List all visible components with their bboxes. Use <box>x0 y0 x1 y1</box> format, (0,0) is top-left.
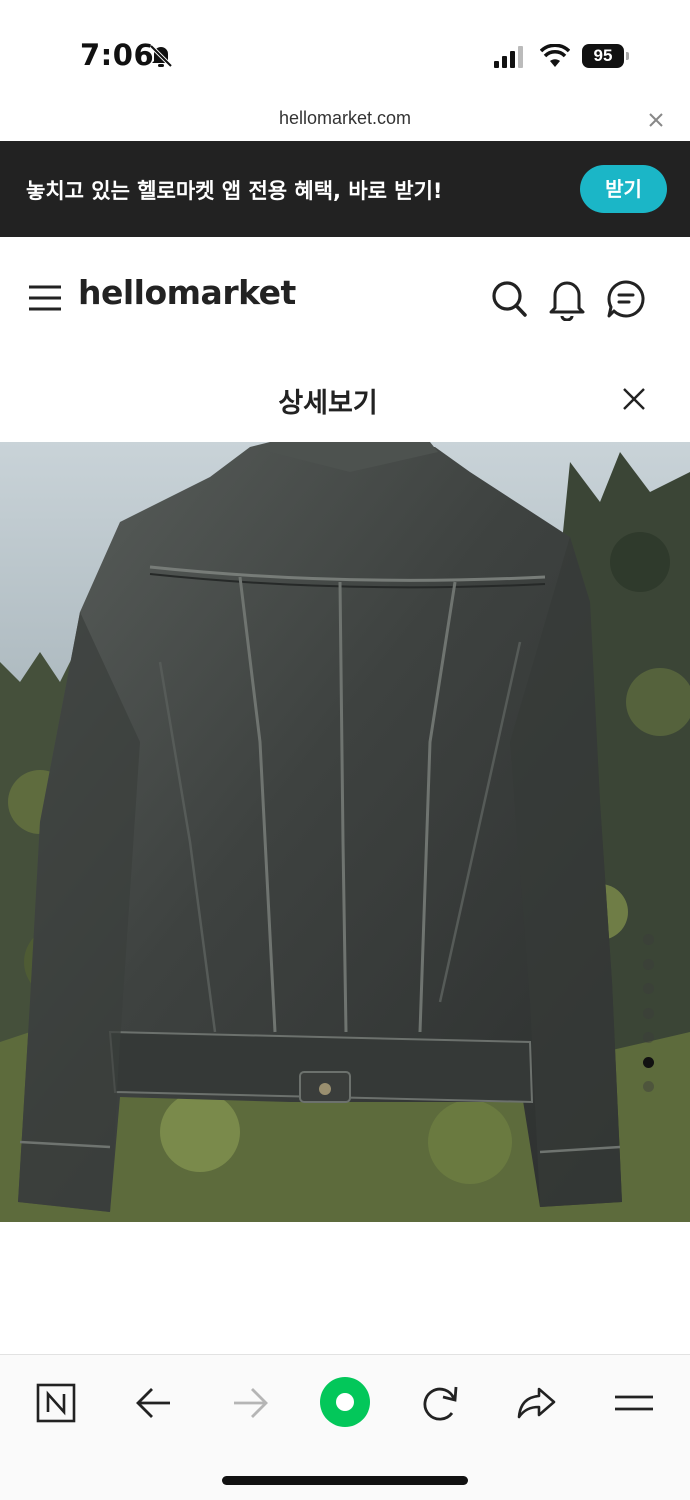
back-arrow-icon[interactable] <box>128 1377 180 1429</box>
battery-level: 95 <box>582 44 624 68</box>
app-promo-banner: 놓치고 있는 헬로마켓 앱 전용 혜택, 바로 받기! 받기 <box>0 141 690 237</box>
chat-icon[interactable] <box>606 279 646 319</box>
status-bar: 7:06 95 <box>0 0 690 100</box>
naver-green-dot-icon[interactable] <box>318 1375 372 1429</box>
share-icon[interactable] <box>510 1377 562 1429</box>
notification-bell-icon[interactable] <box>548 277 586 321</box>
menu-icon[interactable] <box>608 1377 660 1429</box>
forward-arrow-icon[interactable] <box>224 1377 276 1429</box>
page-dot[interactable] <box>643 958 654 970</box>
detail-header: 상세보기 <box>0 357 690 442</box>
site-header: hellomarket <box>0 237 690 357</box>
search-icon[interactable] <box>490 279 528 319</box>
hamburger-menu-icon[interactable] <box>28 283 62 313</box>
get-app-button[interactable]: 받기 <box>580 165 667 213</box>
close-icon[interactable] <box>646 110 666 130</box>
product-photo[interactable] <box>0 442 690 1222</box>
page-dot[interactable] <box>643 934 654 945</box>
page-dot[interactable] <box>643 1032 654 1043</box>
page-title: 상세보기 <box>278 388 378 419</box>
page-dot[interactable] <box>643 1081 654 1092</box>
signal-icon <box>494 46 523 68</box>
home-indicator[interactable] <box>222 1476 468 1485</box>
jacket-image <box>0 442 690 1222</box>
image-pagination <box>643 934 655 1106</box>
url-bar[interactable]: hellomarket.com <box>0 100 690 140</box>
page-dot[interactable] <box>643 1007 654 1019</box>
url-text[interactable]: hellomarket.com <box>0 108 690 129</box>
wifi-icon <box>540 44 570 67</box>
close-icon[interactable] <box>622 387 646 411</box>
page-dot-active[interactable] <box>643 1056 654 1068</box>
battery-icon: 95 <box>582 44 630 68</box>
banner-message: 놓치고 있는 헬로마켓 앱 전용 혜택, 바로 받기! <box>26 179 443 203</box>
naver-home-icon[interactable] <box>30 1377 82 1429</box>
status-time: 7:06 <box>80 38 155 72</box>
bell-off-icon <box>149 44 173 68</box>
page-dot[interactable] <box>643 983 654 994</box>
hellomarket-logo[interactable]: hellomarket <box>78 273 296 312</box>
reload-icon[interactable] <box>414 1377 466 1429</box>
